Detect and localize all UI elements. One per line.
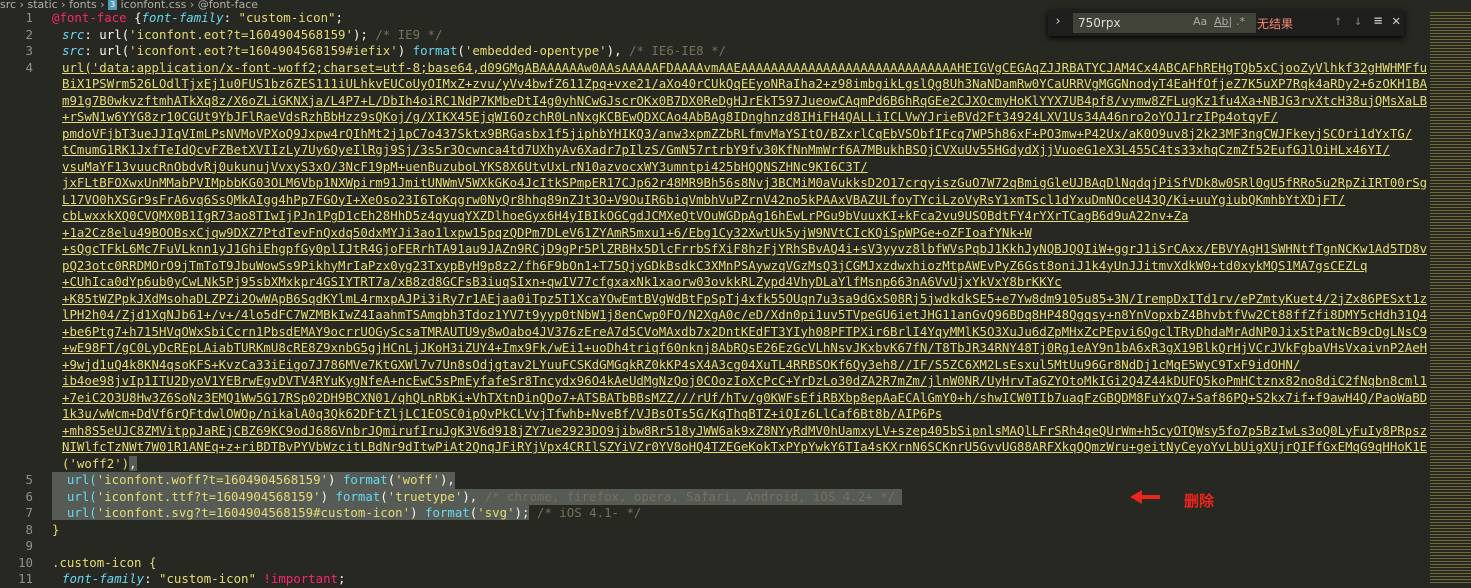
delete-annotation: 删除 bbox=[1184, 492, 1215, 510]
code-line-4: 4 url('data:application/x-font-woff2;char… bbox=[0, 60, 1430, 456]
minimap[interactable] bbox=[1430, 10, 1471, 584]
code-wrap-row: cbLwxxkXQ0CVQMX0B1IgR73ao8TIwIjPJn1PgD1c… bbox=[62, 208, 1189, 223]
toggle-replace-chevron-icon[interactable]: › bbox=[1054, 14, 1062, 29]
line-number: 8 bbox=[25, 521, 33, 537]
line-number: 11 bbox=[18, 571, 33, 586]
match-case-button[interactable]: Aa bbox=[1193, 15, 1207, 28]
code-wrap-row: +be6Ptg7+h715HVqOWxSbiCcrn1PbsdEMAY9ocrr… bbox=[62, 323, 1427, 339]
css-file-icon: 3 bbox=[108, 0, 118, 10]
code-wrap-row: +sQgcTFkL6Mc7FuVLknn1yJ1GhiEhgpfGy0plIJt… bbox=[62, 241, 1427, 256]
code-wrap-row: ib4oe98jvIp1ITU2DyoV1YEBrwEgvDVTV4RYuKyg… bbox=[62, 373, 1427, 388]
breadcrumb-item[interactable]: static bbox=[27, 0, 57, 11]
code-wrap-row: +1a2Cz8elu49BOOBsxCjqw9DXZ7PtdTevFnQxdq5… bbox=[62, 224, 1032, 240]
code-line: src: url('iconfont.eot?t=1604904568159#i… bbox=[62, 43, 726, 58]
whole-word-button[interactable]: Ab| bbox=[1214, 15, 1232, 28]
code-wrap-row: pmdoVFjbT3ueJJIqVImLPsNVMoVPXoQ9Jxpw4rQI… bbox=[62, 125, 1413, 141]
red-arrow-icon bbox=[1130, 490, 1160, 504]
code-line: @font-face {font-family: "custom-icon"; bbox=[52, 10, 343, 25]
line-number: 6 bbox=[25, 488, 33, 504]
code-line: } bbox=[52, 521, 60, 537]
code-wrap-row: tCmumG1RK1JxfTeIdQcvFZBetXVIIzLy7Uy6QyeI… bbox=[62, 142, 1390, 157]
line-number: 5 bbox=[25, 472, 33, 487]
close-icon[interactable]: ✕ bbox=[1392, 13, 1400, 29]
line-number: 3 bbox=[25, 43, 33, 58]
find-result-status: 无结果 bbox=[1257, 17, 1294, 31]
code-line: url('iconfont.ttf?t=1604904568159') form… bbox=[52, 488, 903, 505]
breadcrumb-item[interactable]: @font-face bbox=[198, 0, 258, 11]
code-wrap-row: +9wjd1uQ4k8KN4qsoKFS+KvzCa33iEigo7J786MV… bbox=[62, 356, 1301, 372]
code-wrap-row: vsuMaYF13vuucRnObdvRj0ukunujVvxyS3xO/3Nc… bbox=[62, 158, 868, 174]
regex-button[interactable]: .* bbox=[1236, 15, 1245, 28]
find-in-selection-icon[interactable]: ≡ bbox=[1374, 13, 1382, 29]
code-wrap-row: +CUhIca0dYp6ub0yCwLNk5Pj95sbXMxkpr4GSIYT… bbox=[62, 274, 1062, 289]
breadcrumb-item[interactable]: fonts bbox=[69, 0, 97, 11]
code-wrap-row: url('data:application/x-font-woff2;chars… bbox=[62, 59, 1427, 75]
line-number: 10 bbox=[18, 554, 33, 570]
next-match-arrow-down-icon[interactable]: ↓ bbox=[1354, 13, 1362, 29]
code-wrap-row: BiX1PSWrm526LOdlTjxEj1u0FUS1bz6ZES111iUL… bbox=[62, 76, 1427, 91]
breadcrumb-item[interactable]: src bbox=[0, 0, 16, 11]
line-number: 9 bbox=[25, 538, 33, 553]
code-wrap-row: +K85tWZPpkJXdMsohaDLZPZi2OwWApB6SqdKYlmL… bbox=[62, 290, 1427, 306]
breadcrumb: src › static › fonts › 3 iconfont.css › … bbox=[0, 0, 259, 11]
line-number: 7 bbox=[25, 505, 33, 520]
code-wrap-row: +rSwN1w6YYG8zr10CGUt9YbJFlRaeVdsRzhBbHzz… bbox=[62, 109, 1278, 124]
find-widget: › Aa Ab| .* 无结果 ↑ ↓ ≡ ✕ bbox=[1048, 10, 1404, 36]
code-wrap-row: ('woff2'), bbox=[62, 455, 137, 471]
line-number: 2 bbox=[25, 26, 33, 42]
code-wrap-row: +7eiC2O3U8Hw3Z6SoNz3EMQ1Ww5G17RSp02DH9BC… bbox=[62, 389, 1427, 405]
line-number: 1 bbox=[25, 10, 33, 25]
code-wrap-row: NIWlfcTzNWt7W01R1ANEq+z+riBDTBvPYVbWzcit… bbox=[62, 439, 1427, 454]
code-wrap-row: +wE98FT/gC0LyDcREpLAiabTURKmU8cRE8Z9xnbG… bbox=[62, 340, 1427, 355]
code-line: url('iconfont.svg?t=1604904568159#custom… bbox=[52, 505, 641, 522]
code-wrap-row: m91g7B0wkvzftmhATkXq8z/X6oZLiGKNXja/L4P7… bbox=[62, 92, 1427, 108]
code-line: font-family: "custom-icon" !important; bbox=[62, 571, 346, 586]
previous-match-arrow-up-icon[interactable]: ↑ bbox=[1334, 13, 1342, 29]
breadcrumb-item[interactable]: iconfont.css bbox=[121, 0, 187, 11]
code-wrap-row: +mh8S5eUJC8ZMVitppJaREjCBZ69KC9odJ686Vnb… bbox=[62, 422, 1427, 438]
code-wrap-row: L17VO0hXSGr9sFrA6vq6SsQMkAIgg4hPp7FGOyI+… bbox=[62, 191, 1346, 207]
line-number: 4 bbox=[25, 59, 33, 75]
code-line: url('iconfont.woff?t=1604904568159') for… bbox=[52, 472, 455, 489]
code-wrap-row: 1k3u/wWcm+DdVf6rQFtdwlOWOp/nikalA0q3Qk62… bbox=[62, 406, 943, 421]
code-editor[interactable]: 1 @font-face {font-family: "custom-icon";… bbox=[0, 10, 1430, 588]
code-wrap-row: pQ23otc0RRDMOrO9jTmToT9JbuWowSs9PikhyMrI… bbox=[62, 257, 1368, 273]
code-line: .custom-icon { bbox=[52, 554, 157, 570]
code-wrap-row: lPH2h04/Zjd1XqNJb61+/v+/4lo5dFC7WZMBkIwZ… bbox=[62, 307, 1427, 322]
code-line: src: url('iconfont.eot?t=1604904568159')… bbox=[62, 26, 443, 42]
code-wrap-row: jxFLtBFOXwxUnMMabPVIMpbbKG03OLM6Vbp1NXWp… bbox=[62, 175, 1427, 190]
